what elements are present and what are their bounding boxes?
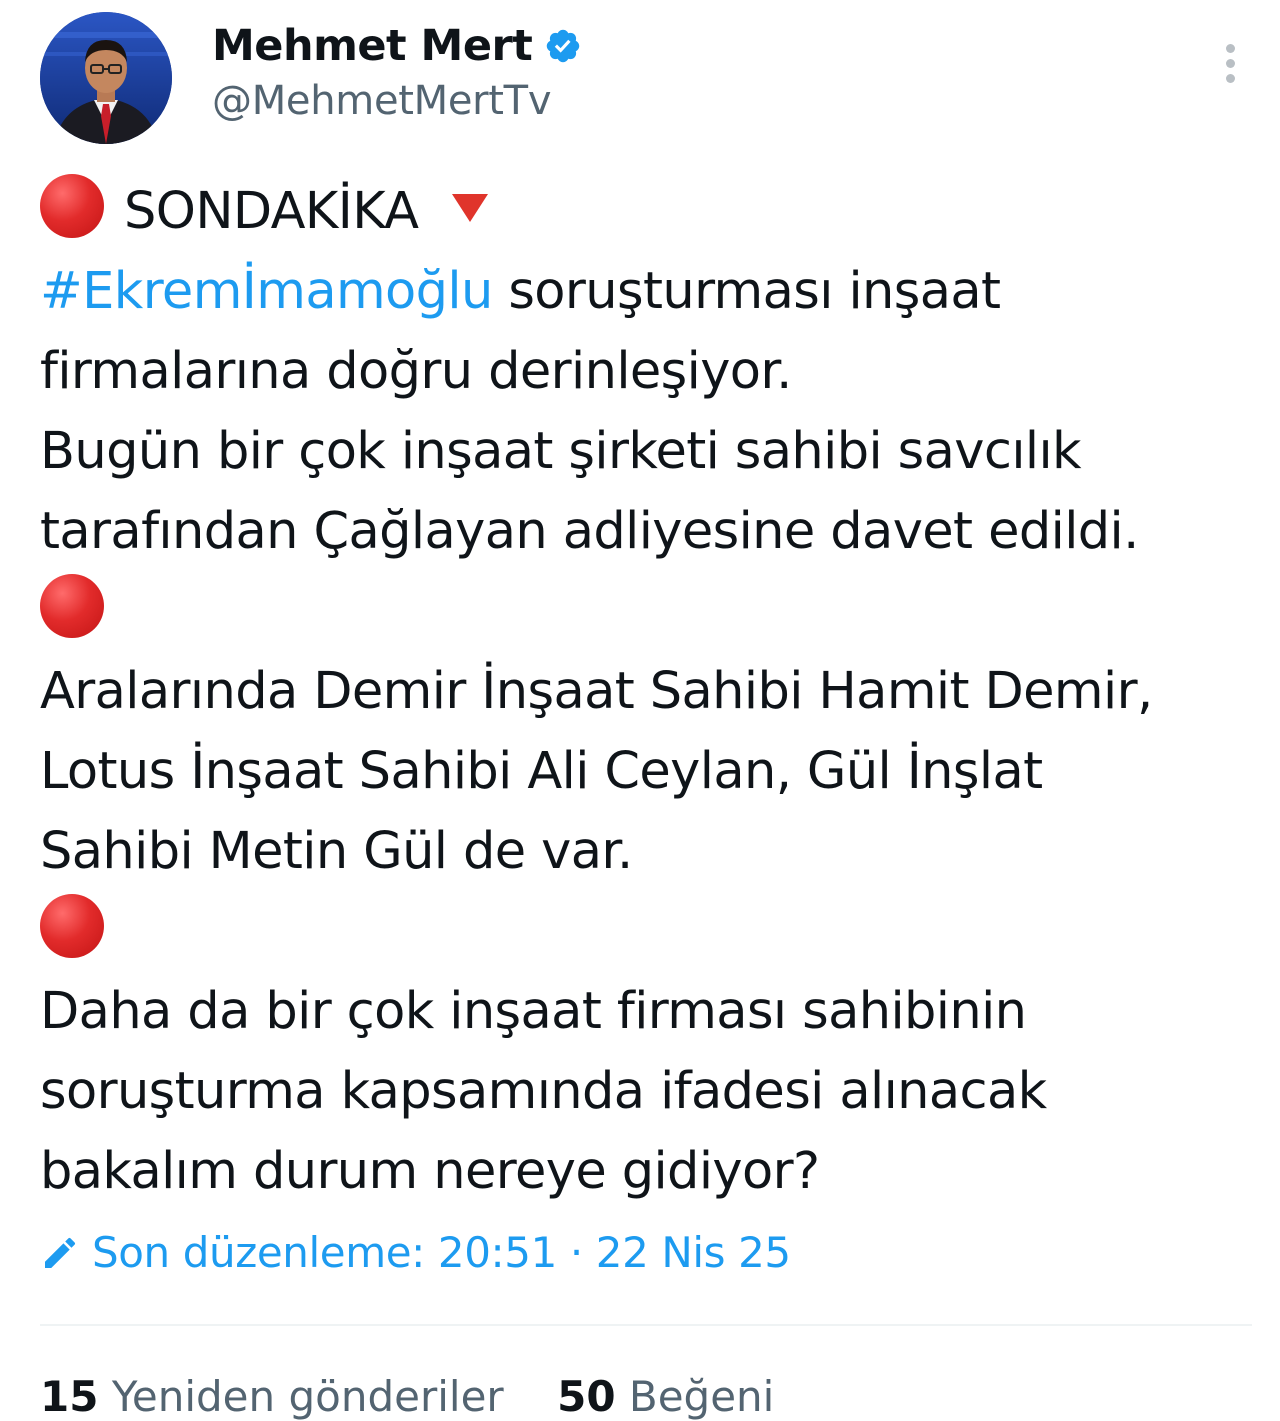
more-vertical-icon[interactable] — [1216, 44, 1244, 88]
verified-badge-icon — [544, 27, 582, 65]
tweet-line-text: soruşturması inşaat — [492, 262, 1001, 321]
hashtag-link[interactable]: #Ekremİmamoğlu — [40, 262, 493, 321]
tweet-line: Sahibi Metin Gül de var. — [40, 822, 633, 881]
tweet-line: tarafından Çağlayan adliyesine davet edi… — [40, 502, 1139, 561]
reposts-count[interactable]: 15 — [40, 1372, 98, 1421]
tweet-line: #Ekremİmamoğlu soruşturması inşaat — [40, 252, 1270, 332]
tweet-line: SONDAKİKA — [40, 172, 1270, 252]
likes-count[interactable]: 50 — [557, 1372, 615, 1421]
edited-text: Son düzenleme: 20:51 · 22 Nis 25 — [92, 1228, 791, 1277]
engagement-stats: 15 Yeniden gönderiler 50 Beğeni — [40, 1372, 774, 1421]
tweet-line: Aralarında Demir İnşaat Sahibi Hamit Dem… — [40, 662, 1153, 721]
author-handle[interactable]: @MehmetMertTv — [212, 78, 551, 124]
breaking-label: SONDAKİKA — [124, 182, 419, 241]
tweet-line — [40, 572, 1270, 652]
avatar[interactable] — [40, 12, 172, 144]
divider — [40, 1324, 1252, 1326]
likes-label[interactable]: Beğeni — [629, 1372, 774, 1421]
tweet-line: bakalım durum nereye gidiyor? — [40, 1142, 820, 1201]
red-circle-emoji — [40, 574, 104, 638]
tweet-line: firmalarına doğru derinleşiyor. — [40, 342, 792, 401]
avatar-image — [40, 12, 172, 144]
edited-link[interactable]: Son düzenleme: 20:51 · 22 Nis 25 — [40, 1228, 791, 1277]
red-circle-emoji — [40, 174, 104, 238]
red-circle-emoji — [40, 894, 104, 958]
tweet-line: Daha da bir çok inşaat firması sahibinin — [40, 982, 1027, 1041]
author-name-row[interactable]: Mehmet Mert — [212, 18, 582, 74]
tweet-card: Mehmet Mert @MehmetMertTv SONDAKİKA #Ekr… — [0, 0, 1280, 1421]
tweet-line: Bugün bir çok inşaat şirketi sahibi savc… — [40, 422, 1082, 481]
tweet-text: SONDAKİKA #Ekremİmamoğlu soruşturması in… — [40, 172, 1270, 1212]
tweet-line: Lotus İnşaat Sahibi Ali Ceylan, Gül İnşl… — [40, 742, 1043, 801]
red-triangle-down-emoji — [452, 194, 489, 222]
tweet-line — [40, 892, 1270, 972]
reposts-label[interactable]: Yeniden gönderiler — [112, 1372, 504, 1421]
pencil-icon — [45, 1237, 76, 1268]
tweet-line: soruşturma kapsamında ifadesi alınacak — [40, 1062, 1047, 1121]
display-name[interactable]: Mehmet Mert — [212, 21, 533, 71]
